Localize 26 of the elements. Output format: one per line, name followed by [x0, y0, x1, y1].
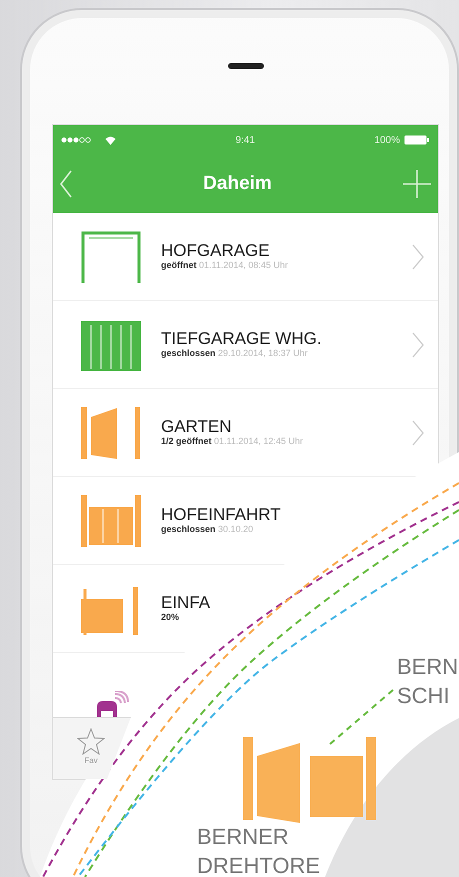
- product-label: BERNER: [197, 823, 289, 851]
- gate-status: geöffnet 01.11.2014, 08:45 Uhr: [161, 260, 289, 272]
- add-button[interactable]: [402, 169, 432, 199]
- star-icon: [77, 728, 105, 755]
- tab[interactable]: Fav: [77, 728, 105, 779]
- battery-percent: 100%: [374, 134, 400, 148]
- status-time: 9:41: [235, 134, 255, 148]
- speaker: [228, 63, 264, 69]
- gate-status: 20%: [161, 612, 180, 624]
- product-label: BERN: [397, 653, 458, 681]
- battery-icon: [404, 135, 430, 145]
- gate-name: TIEFGARAGE WHG.: [161, 330, 323, 348]
- gate-status: 1/2 geöffnet 01.11.2014, 12:45 Uhr: [161, 436, 304, 448]
- gate-status: geschlossen 29.10.2014, 18:37 Uhr: [161, 348, 309, 360]
- wifi-icon: [105, 136, 116, 144]
- leader-line: [329, 689, 394, 745]
- nav-title: Daheim: [203, 172, 272, 196]
- product-label: DREHTORE: [197, 852, 320, 877]
- gate-status: geschlossen 30.10.20: [161, 524, 254, 536]
- product-label: SCHI: [397, 682, 450, 710]
- gate-name: GARTEN: [161, 418, 233, 436]
- back-button[interactable]: [59, 170, 73, 198]
- gate-name: HOFEINFAHRT: [161, 506, 282, 524]
- remote-icon: [95, 691, 129, 717]
- gate-name: EINFA: [161, 594, 212, 612]
- gate-name: HOFGARAGE: [161, 242, 271, 260]
